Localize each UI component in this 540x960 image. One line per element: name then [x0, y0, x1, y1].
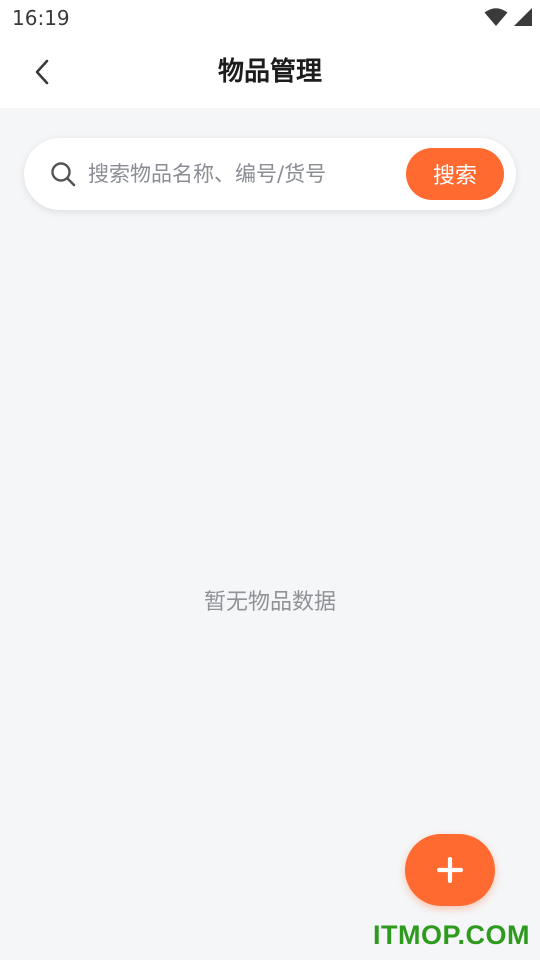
search-input[interactable]	[88, 154, 358, 194]
search-button[interactable]: 搜索	[406, 148, 504, 200]
cellular-signal-icon	[514, 8, 532, 26]
plus-icon	[437, 857, 463, 883]
status-bar: 16:19	[0, 0, 540, 36]
add-item-button[interactable]	[405, 834, 495, 906]
chevron-left-icon	[35, 59, 49, 85]
status-time: 16:19	[12, 6, 70, 30]
search-bar: 搜索	[24, 138, 516, 210]
page-title: 物品管理	[217, 57, 322, 87]
back-button[interactable]	[22, 52, 62, 92]
empty-state-message: 暂无物品数据	[203, 590, 336, 615]
watermark: ITMOP.COM	[372, 920, 530, 950]
search-icon	[51, 162, 76, 187]
wifi-icon	[484, 8, 508, 26]
app-bar: 物品管理	[0, 36, 540, 108]
